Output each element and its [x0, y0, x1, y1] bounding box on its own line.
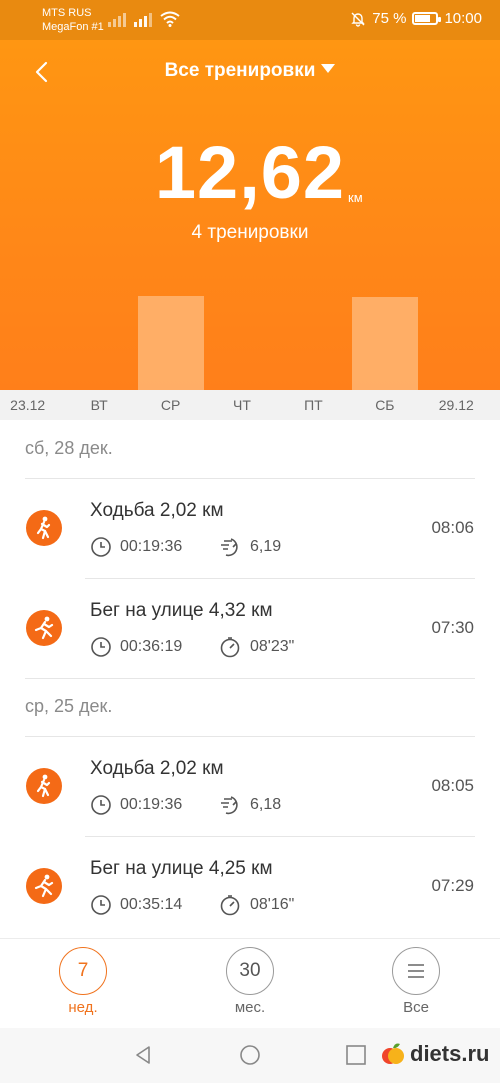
speed-value: 6,19: [250, 538, 282, 555]
watermark: diets.ru: [380, 1041, 489, 1067]
tab-week-label: нед.: [68, 999, 98, 1016]
date-header: ср, 25 дек.: [25, 696, 113, 716]
filter-dropdown[interactable]: Все тренировки: [0, 60, 500, 82]
chevron-down-icon: [321, 64, 336, 74]
mute-bell-icon: [351, 12, 365, 27]
duration-value: 00:19:36: [120, 796, 183, 813]
speed-stat: 6,19: [218, 536, 281, 558]
clock: 10:00: [444, 10, 482, 27]
watermark-text: diets.ru: [410, 1041, 490, 1066]
carrier-2: MegaFon #1: [42, 21, 104, 33]
axis-label: 23.12: [10, 397, 46, 413]
run-icon: [26, 610, 62, 646]
duration-stat: 00:19:36: [90, 794, 182, 816]
activity-time: 08:06: [431, 518, 474, 537]
summary-header: Все тренировки 12,62 км 4 тренировки: [0, 40, 500, 390]
divider: [25, 678, 475, 679]
signal-icons: [108, 11, 180, 27]
axis-label: ПТ: [304, 397, 323, 413]
axis-label: ВТ: [90, 397, 108, 413]
walk-icon: [26, 510, 62, 546]
axis-label: 29.12: [438, 397, 474, 413]
duration-stat: 00:36:19: [90, 636, 182, 658]
axis-label: ЧТ: [233, 397, 251, 413]
activity-time: 07:29: [431, 876, 474, 895]
duration-stat: 00:35:14: [90, 894, 182, 916]
menu-icon: [408, 964, 424, 978]
pace-value: 08'16": [250, 896, 295, 913]
speed-value: 6,18: [250, 796, 282, 813]
activity-title: Ходьба 2,02 км: [90, 758, 224, 779]
tab-all[interactable]: Все: [376, 947, 456, 1016]
duration-value: 00:36:19: [120, 638, 183, 655]
tab-week-circle: 7: [59, 947, 107, 995]
divider: [25, 478, 475, 479]
clock-icon: [91, 537, 111, 557]
divider: [85, 578, 475, 579]
walk-icon: [26, 768, 62, 804]
total-distance-value: 12,62: [154, 131, 346, 214]
activity-time: 07:30: [431, 618, 474, 637]
activity-time: 08:05: [431, 776, 474, 795]
speed-icon: [221, 538, 238, 557]
duration-stat: 00:19:36: [90, 536, 182, 558]
pace-icon: [220, 895, 240, 916]
tab-month-label: мес.: [234, 999, 266, 1016]
tab-month-circle: 30: [226, 947, 274, 995]
activity-title: Бег на улице 4,32 км: [90, 600, 273, 621]
chart-bar: [137, 296, 204, 390]
activity-title: Бег на улице 4,25 км: [90, 858, 273, 879]
battery-percent: 75 %: [372, 10, 407, 27]
back-nav-icon[interactable]: [132, 1044, 154, 1066]
run-icon: [26, 868, 62, 904]
tab-all-circle: [392, 947, 440, 995]
clock-icon: [91, 637, 111, 657]
duration-value: 00:19:36: [120, 538, 183, 555]
tab-all-label: Все: [403, 999, 429, 1016]
tab-month[interactable]: 30 мес.: [210, 947, 290, 1016]
duration-value: 00:35:14: [120, 896, 183, 913]
filter-dropdown-label: Все тренировки: [164, 60, 316, 81]
status-bar: MTS RUS MegaFon #1 75 % 10:00: [0, 0, 500, 40]
axis-label: СБ: [375, 397, 395, 413]
system-nav-bar: diets.ru: [0, 1028, 500, 1083]
home-nav-icon[interactable]: [239, 1044, 261, 1066]
pace-stat: 08'16": [218, 894, 294, 916]
tab-week[interactable]: 7 нед.: [43, 947, 123, 1016]
chart-bar: [351, 297, 418, 390]
divider: [25, 736, 475, 737]
chart-axis: 23.12 ВТ СР ЧТ ПТ СБ 29.12: [0, 390, 500, 420]
signal-icon: [108, 11, 126, 27]
carrier-1: MTS RUS: [42, 7, 92, 19]
recents-nav-icon[interactable]: [345, 1044, 367, 1066]
pace-value: 08'23": [250, 638, 295, 655]
clock-icon: [91, 795, 111, 815]
total-distance: 12,62 км: [0, 130, 500, 215]
speed-icon: [221, 796, 238, 815]
distance-unit: км: [348, 190, 363, 205]
axis-label: СР: [160, 397, 181, 413]
divider: [85, 836, 475, 837]
pace-icon: [220, 637, 240, 658]
carrier-info: MTS RUS MegaFon #1: [42, 6, 104, 34]
date-header: сб, 28 дек.: [25, 438, 113, 458]
wifi-icon: [160, 11, 180, 27]
pace-stat: 08'23": [218, 636, 294, 658]
workouts-count: 4 тренировки: [191, 222, 309, 243]
period-tab-bar: 7 нед. 30 мес. Все: [0, 938, 500, 1028]
clock-icon: [91, 895, 111, 915]
battery-icon: [412, 12, 442, 25]
speed-stat: 6,18: [218, 794, 281, 816]
signal-icon: [134, 11, 152, 27]
activity-title: Ходьба 2,02 км: [90, 500, 224, 521]
apple-logo-icon: [382, 1043, 404, 1064]
